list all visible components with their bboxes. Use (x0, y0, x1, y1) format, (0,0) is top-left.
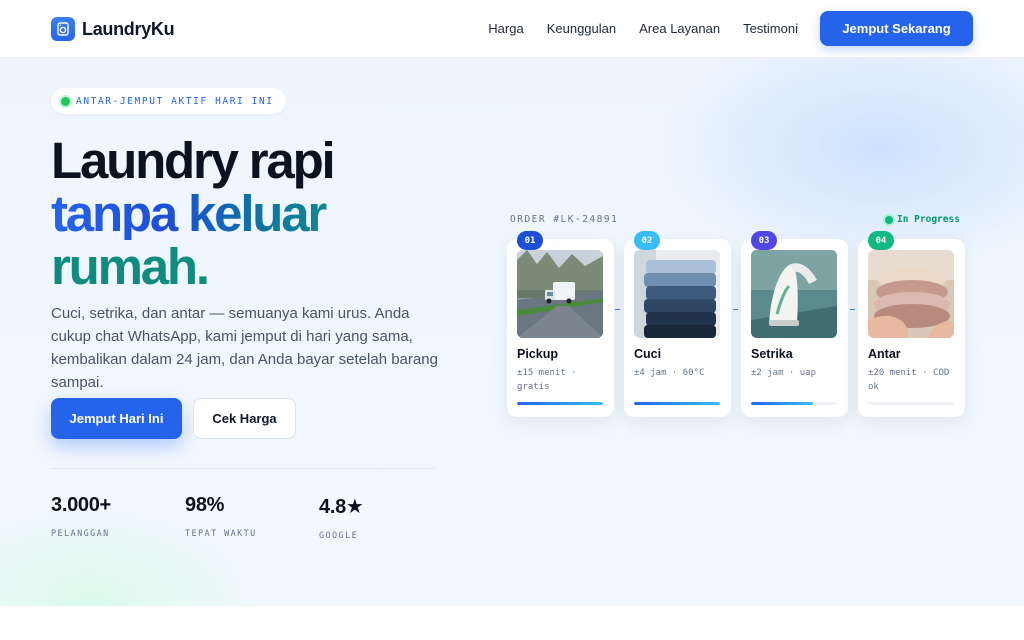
step-progress-fill (634, 402, 720, 405)
live-status-dot (61, 96, 70, 106)
nav-link-area-layanan[interactable]: Area Layanan (639, 21, 720, 36)
step-number: 02 (634, 231, 660, 250)
stat-google: 4.8★ GOOGLE (319, 494, 364, 541)
step-progress-bar (517, 402, 603, 405)
hero-headline: Laundry rapi tanpa keluar rumah. (51, 132, 336, 293)
folded-jeans-photo (634, 250, 720, 338)
nav-links: Harga Keunggulan Area Layanan Testimoni (488, 21, 798, 36)
stat-pelanggan: 3.000+ PELANGGAN (51, 494, 111, 539)
step-title: Cuci (634, 347, 662, 361)
top-navbar: LaundryKu Harga Keunggulan Area Layanan … (0, 0, 1024, 58)
step-card-setrika[interactable]: 03 Setrika ±2 jam · uap (741, 231, 848, 417)
hero-lead: Cuci, setrika, dan antar — semuanya kami… (51, 305, 438, 391)
stat-value: 4.8★ (319, 496, 364, 518)
step-card-pickup[interactable]: 01 Pickup ±15 menit · gratis (507, 231, 614, 417)
step-meta: ±4 jam · 60°C (634, 368, 705, 378)
jemput-hari-ini-button[interactable]: Jemput Hari Ini (51, 398, 182, 439)
stat-tepat-waktu: 98% TEPAT WAKTU (185, 494, 257, 539)
nav-link-testimoni[interactable]: Testimoni (743, 21, 798, 36)
step-progress-bar (634, 402, 720, 405)
nav-link-keunggulan[interactable]: Keunggulan (547, 21, 616, 36)
headline-dot: . (195, 238, 210, 295)
step-meta: ±20 menit · COD ok (868, 368, 950, 392)
order-id: ORDER #LK-24891 (510, 214, 619, 225)
step-meta: ±15 menit · gratis (517, 368, 577, 392)
stat-value: 98% (185, 494, 225, 516)
step-connector (615, 309, 620, 310)
delivery-van-photo (517, 250, 603, 338)
status-text: In Progress (897, 214, 960, 225)
step-meta: ±2 jam · uap (751, 368, 817, 378)
headline-line-1: Laundry rapi (51, 132, 336, 189)
step-progress-bar (868, 402, 954, 405)
step-connector (850, 309, 855, 310)
headline-line-3: rumah. (51, 240, 334, 293)
step-connector (733, 309, 738, 310)
headline-line-3-text: rumah (51, 238, 198, 295)
step-number: 04 (868, 231, 894, 250)
live-badge: ANTAR-JEMPUT AKTIF HARI INI (51, 88, 286, 114)
hero-section: ANTAR-JEMPUT AKTIF HARI INI Laundry rapi… (0, 58, 1024, 606)
cek-harga-button[interactable]: Cek Harga (193, 398, 296, 439)
step-number: 01 (517, 231, 543, 250)
iron-photo (751, 250, 837, 338)
jemput-sekarang-button[interactable]: Jemput Sekarang (820, 11, 973, 46)
badge-text: ANTAR-JEMPUT AKTIF HARI INI (76, 95, 274, 107)
order-status: In Progress (885, 214, 960, 225)
stats-divider (51, 468, 435, 469)
step-title: Antar (868, 347, 901, 361)
folded-clothes-photo (868, 250, 954, 338)
status-dot (885, 215, 893, 224)
step-progress-bar (751, 402, 837, 405)
stat-label: TEPAT WAKTU (185, 529, 257, 539)
brand-name: LaundryKu (82, 18, 175, 39)
step-progress-fill (751, 402, 813, 405)
step-progress-fill (517, 402, 603, 405)
washing-machine-icon (51, 17, 75, 41)
nav-link-harga[interactable]: Harga (488, 21, 523, 36)
step-title: Setrika (751, 347, 793, 361)
stat-label: GOOGLE (319, 531, 359, 541)
step-title: Pickup (517, 347, 558, 361)
headline-line-2: tanpa keluar (51, 187, 334, 240)
step-card-antar[interactable]: 04 Antar ±20 menit · COD ok (858, 231, 965, 417)
stat-value: 3.000+ (51, 494, 111, 516)
step-number: 03 (751, 231, 777, 250)
step-card-cuci[interactable]: 02 Cuci ±4 jam · 60°C (624, 231, 731, 417)
brand[interactable]: LaundryKu (51, 17, 175, 41)
stat-label: PELANGGAN (51, 529, 110, 539)
